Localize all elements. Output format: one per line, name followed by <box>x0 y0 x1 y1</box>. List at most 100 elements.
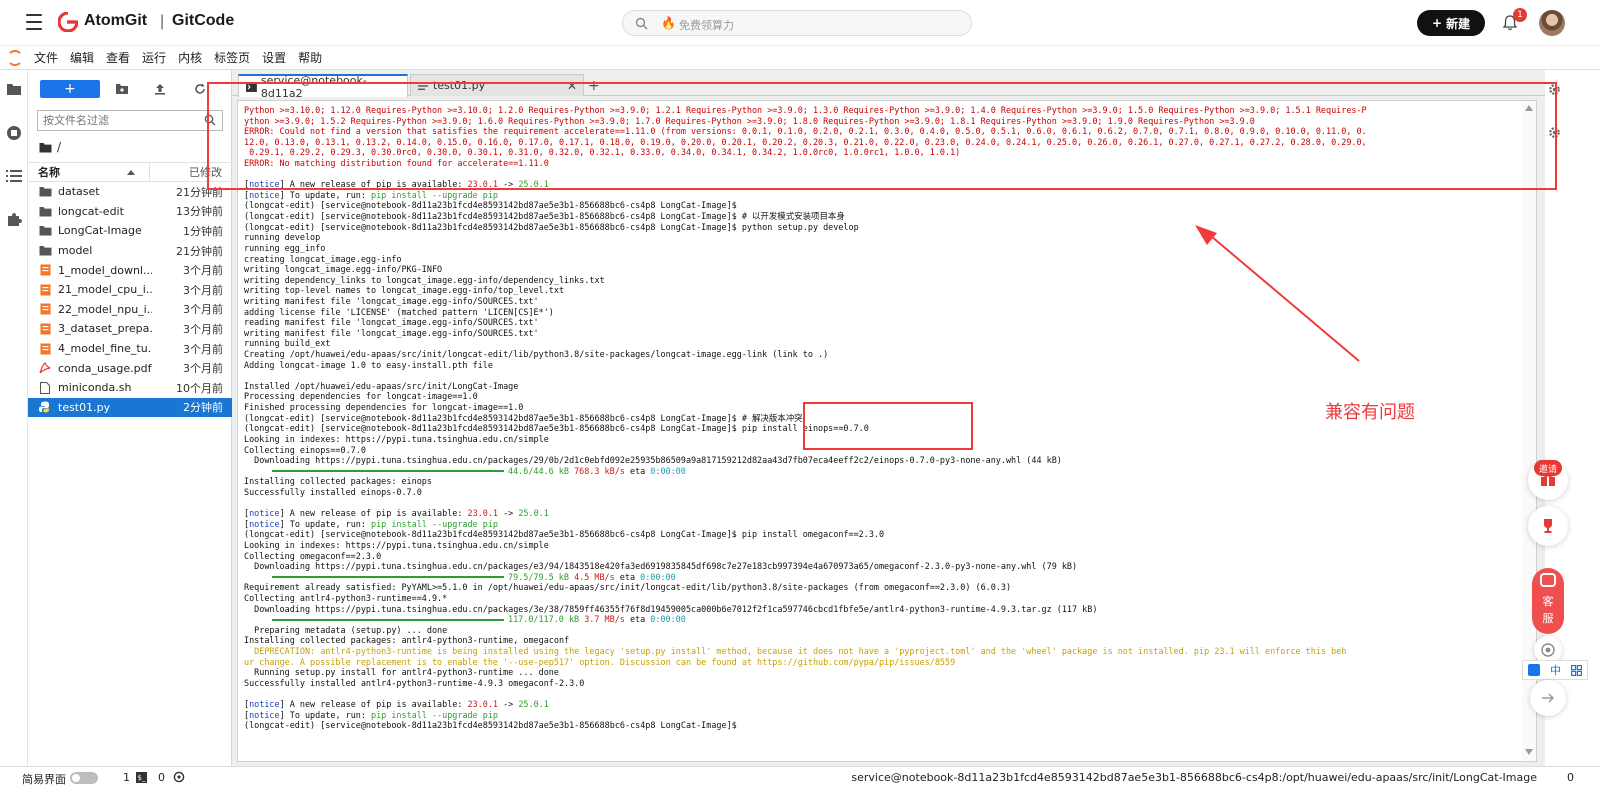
terminal-segment: (longcat-edit) [service@notebook-8d11a23… <box>244 221 859 232</box>
status-bar: 简易界面 1 $_ 0 service@notebook-8d11a23b1fc… <box>0 766 1600 788</box>
running-kernels-icon[interactable] <box>5 124 23 142</box>
file-modified: 21分钟前 <box>176 244 223 258</box>
menu-edit[interactable]: 编辑 <box>70 49 105 66</box>
menu-view[interactable]: 查看 <box>106 49 141 66</box>
trophy-button[interactable] <box>1528 506 1568 546</box>
menu-file[interactable]: 文件 <box>34 49 69 66</box>
brand-atomgit[interactable]: AtomGit <box>84 12 147 30</box>
terminal-segment: creating longcat_image.egg-info <box>244 253 402 264</box>
notification-badge: 1 <box>1513 8 1527 22</box>
file-row[interactable]: model 21分钟前 <box>28 241 232 261</box>
terminal-line: Collecting antlr4-python3-runtime==4.9.* <box>244 593 1367 604</box>
python-icon <box>38 401 52 413</box>
kefu-label-2: 服 <box>1542 612 1554 625</box>
trophy-icon <box>1544 519 1552 533</box>
terminal-segment: (longcat-edit) [service@notebook-8d11a23… <box>244 200 737 211</box>
terminal-line: Downloading https://pypi.tuna.tsinghua.e… <box>244 561 1367 572</box>
column-name-label: 名称 <box>38 166 60 179</box>
forward-button[interactable] <box>1530 680 1566 716</box>
terminal-segment: Installing collected packages: antlr4-py… <box>244 635 570 646</box>
file-filter-input[interactable] <box>37 110 223 131</box>
help-icon <box>1541 643 1555 657</box>
terminal-segment: ] A new release of pip is available: <box>279 699 468 710</box>
annotation-label: 兼容有问题 <box>1325 402 1415 423</box>
ime-toolbar[interactable]: 中 <box>1522 660 1588 680</box>
terminal-segment: Requirement already satisfied: PyYAML>=5… <box>244 582 1012 593</box>
scroll-down-icon[interactable] <box>1525 749 1533 755</box>
upload-icon[interactable] <box>152 81 168 97</box>
annotation-box-einops <box>803 402 973 450</box>
kefu-label-1: 客 <box>1542 595 1554 608</box>
menu-run[interactable]: 运行 <box>142 49 177 66</box>
ime-language[interactable]: 中 <box>1550 662 1561 678</box>
menubar: 文件 编辑 查看 运行 内核 标签页 设置 帮助 <box>0 46 1600 70</box>
terminal-status-icon[interactable]: $_ <box>136 772 147 783</box>
terminal-line: Running setup.py install for antlr4-pyth… <box>244 667 1367 678</box>
customer-service-button[interactable]: 客 服 <box>1532 568 1564 634</box>
file-row[interactable]: test01.py 2分钟前 <box>28 397 232 418</box>
search-input[interactable]: 🔥 免费领算力 <box>622 10 972 36</box>
file-row[interactable]: LongCat-Image 1分钟前 <box>28 221 232 241</box>
terminal-segment: Installed /opt/huawei/edu-apaas/src/init… <box>244 380 519 391</box>
file-row[interactable]: 21_model_cpu_i... 3个月前 <box>28 280 232 300</box>
new-folder-icon[interactable] <box>114 81 130 97</box>
terminal-line: [notice] To update, run: pip install --u… <box>244 190 1367 201</box>
menu-icon[interactable] <box>26 14 42 30</box>
extensions-icon[interactable] <box>5 210 23 228</box>
refresh-icon[interactable] <box>192 81 208 97</box>
terminal-segment: pip install --upgrade pip <box>371 189 499 200</box>
file-row[interactable]: miniconda.sh 10个月前 <box>28 378 232 398</box>
notebook-icon <box>38 343 52 355</box>
new-launcher-button[interactable]: + <box>40 80 100 98</box>
menu-settings[interactable]: 设置 <box>262 49 297 66</box>
terminal-segment: Adding longcat-image 1.0 to easy-install… <box>244 359 493 370</box>
terminal-segment: -> <box>498 508 519 519</box>
menu-kernel[interactable]: 内核 <box>178 49 213 66</box>
terminal-segment: Creating /opt/huawei/edu-apaas/src/init/… <box>244 349 829 360</box>
arrow-right-icon <box>1542 693 1555 703</box>
ime-grid-icon[interactable] <box>1571 664 1582 676</box>
menu-help[interactable]: 帮助 <box>298 49 333 66</box>
toc-icon[interactable] <box>5 167 23 185</box>
terminal-segment: notice <box>249 508 280 519</box>
terminal-line: (longcat-edit) [service@notebook-8d11a23… <box>244 200 1367 211</box>
file-row[interactable]: 1_model_downl... 3个月前 <box>28 260 232 280</box>
simple-mode-toggle[interactable] <box>70 772 98 784</box>
file-filter-field[interactable] <box>38 111 198 130</box>
terminal-segment: (longcat-edit) [service@notebook-8d11a23… <box>244 529 885 540</box>
terminal-line: Installed /opt/huawei/edu-apaas/src/init… <box>244 381 1367 392</box>
column-name-header[interactable]: 名称 <box>28 163 150 181</box>
terminal-segment: notice <box>249 699 280 710</box>
file-row[interactable]: 3_dataset_prepa... 3个月前 <box>28 319 232 339</box>
file-row[interactable]: conda_usage.pdf 3个月前 <box>28 358 232 378</box>
file-row[interactable]: dataset 21分钟前 <box>28 182 232 202</box>
terminal-line: Preparing metadata (setup.py) ... done <box>244 625 1367 636</box>
terminal-segment: Successfully installed antlr4-python3-ru… <box>244 677 585 688</box>
breadcrumb-root[interactable]: / <box>57 140 61 154</box>
terminal-line: (longcat-edit) [service@notebook-8d11a23… <box>244 211 1367 222</box>
sort-ascending-icon <box>127 170 135 175</box>
new-button[interactable]: + 新建 <box>1417 10 1485 36</box>
avatar[interactable] <box>1539 10 1565 36</box>
menu-tabs[interactable]: 标签页 <box>214 49 261 66</box>
terminal-segment: running egg_info <box>244 242 326 253</box>
file-name: model <box>58 244 93 258</box>
file-row[interactable]: longcat-edit 13分钟前 <box>28 202 232 222</box>
annotation-arrow-icon <box>1195 225 1360 362</box>
file-name: 21_model_cpu_i... <box>58 283 152 297</box>
breadcrumb: / <box>39 140 61 154</box>
terminal-segment: 79.5/79.5 kB <box>508 571 569 582</box>
terminal-segment: (longcat-edit) [service@notebook-8d11a23… <box>244 211 845 222</box>
file-row[interactable]: 22_model_npu_i... 3个月前 <box>28 300 232 320</box>
terminal-line: ur change. A possible replacement is to … <box>244 657 1367 668</box>
folder-icon[interactable] <box>39 142 52 153</box>
atomgit-logo[interactable] <box>58 12 78 32</box>
terminal-segment: writing manifest file 'longcat_image.egg… <box>244 327 539 338</box>
kernel-status-icon[interactable] <box>173 771 185 783</box>
file-row[interactable]: 4_model_fine_tu... 3个月前 <box>28 339 232 359</box>
folder-icon[interactable] <box>5 80 23 98</box>
terminal-segment: Installing collected packages: einops <box>244 476 432 487</box>
terminal-line: [notice] A new release of pip is availab… <box>244 699 1367 710</box>
brand-gitcode[interactable]: GitCode <box>172 12 234 30</box>
